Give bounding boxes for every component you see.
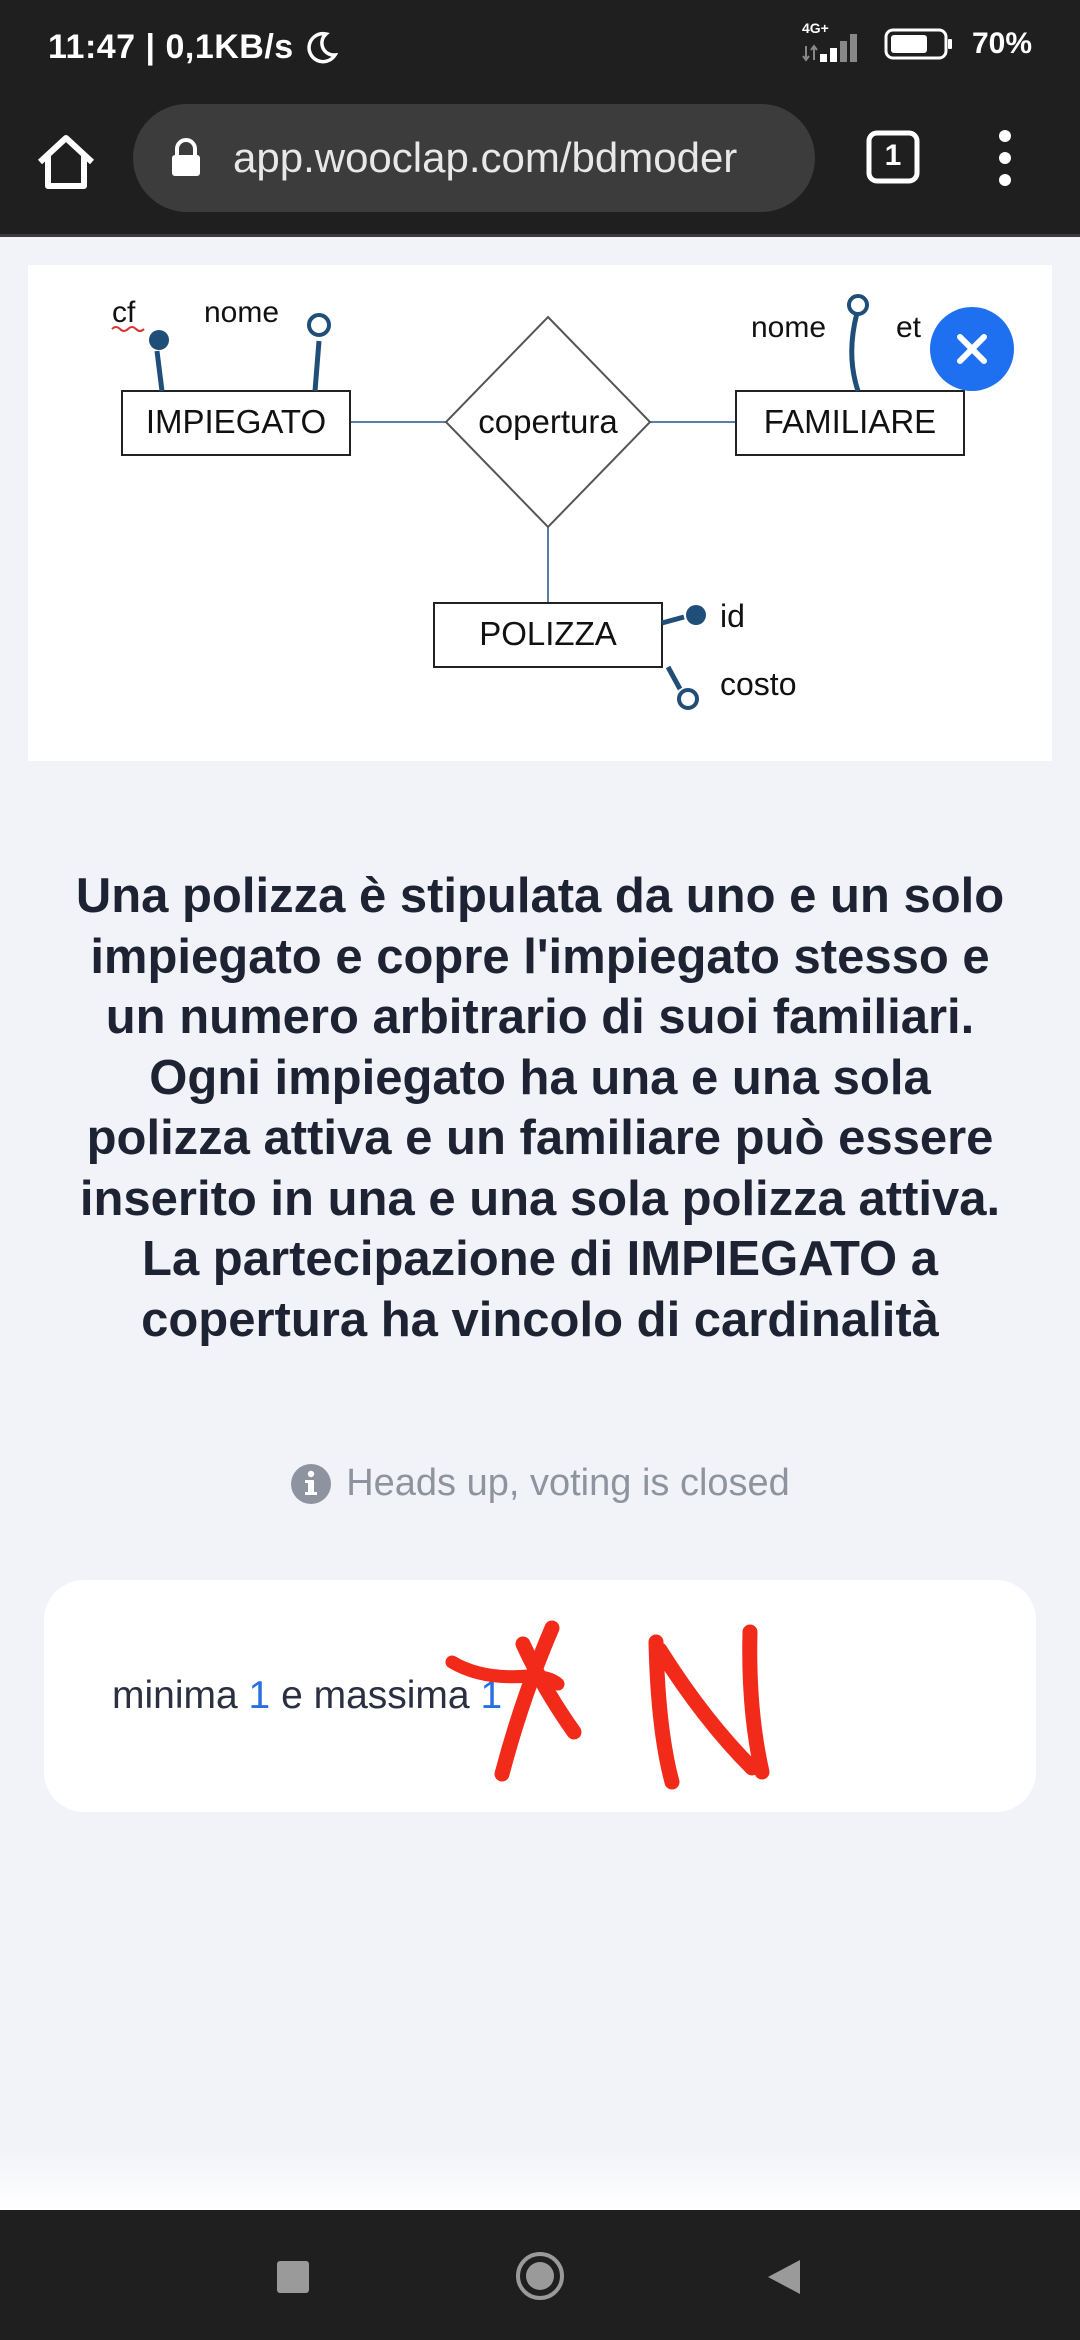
info-icon: [291, 1463, 332, 1504]
attr-cf-marker: [149, 330, 169, 350]
status-left: 11:47 | 0,1KB/s: [48, 28, 338, 67]
question-line: Una polizza è stipulata da uno e un solo: [75, 869, 1005, 923]
entity-impiegato-label: IMPIEGATO: [146, 403, 326, 440]
er-diagram-image: IMPIEGATO FAMILIARE POLIZZA copertura cf…: [28, 265, 1052, 761]
relationship-copertura-label: copertura: [478, 403, 618, 440]
attr-id-marker: [686, 605, 706, 625]
lock-icon: [172, 138, 200, 176]
status-bar: 11:47 | 0,1KB/s 4G+ 70%: [0, 0, 1080, 100]
back-icon[interactable]: [766, 2258, 802, 2296]
question-line: Ogni impiegato ha una e una sola: [149, 1050, 931, 1105]
attr-impiegato-nome-marker: [307, 313, 331, 337]
answer-text: minima 1 e massima 1: [112, 1674, 502, 1718]
close-icon: [957, 334, 987, 364]
home-nav-icon[interactable]: [514, 2250, 566, 2302]
answer-card[interactable]: minima 1 e massima 1: [44, 1580, 1036, 1812]
attr-costo-label: costo: [720, 666, 796, 702]
question-line: polizza attiva e un familiare può essere: [86, 1111, 994, 1165]
close-button[interactable]: [930, 307, 1014, 391]
question-line: un numero arbitrario di suoi familiari.: [105, 990, 975, 1044]
notice-text: Heads up, voting is closed: [346, 1462, 790, 1504]
attr-familiare-nome-stem: [849, 312, 861, 392]
moon-icon: [307, 31, 338, 63]
home-icon[interactable]: [32, 128, 100, 196]
battery-icon: [884, 28, 952, 60]
er-diagram: IMPIEGATO FAMILIARE POLIZZA copertura cf…: [111, 294, 965, 710]
browser-toolbar: app.wooclap.com/bdmoder 1: [0, 100, 1080, 237]
more-options-icon[interactable]: [990, 128, 1020, 188]
status-time-speed: 11:47 | 0,1KB/s: [48, 28, 294, 66]
attr-costo-stem: [665, 665, 683, 691]
attr-impiegato-nome-stem: [312, 340, 322, 392]
question-line: copertura ha vincolo di cardinalità: [141, 1292, 939, 1347]
attr-familiare-nome-marker: [847, 294, 869, 316]
voting-closed-notice: Heads up, voting is closed: [0, 1462, 1080, 1505]
signal-icon: [802, 34, 857, 62]
attr-familiare-eta-label: et: [896, 311, 922, 344]
attr-id-stem: [661, 614, 685, 626]
answer-max-value: 1: [480, 1674, 503, 1717]
bottom-fade: [0, 2150, 1080, 2210]
system-navigation-bar: [0, 2210, 1080, 2340]
entity-familiare-label: FAMILIARE: [764, 403, 936, 440]
status-right: 4G+ 70%: [802, 20, 1032, 64]
answer-min-value: 1: [248, 1674, 271, 1717]
attr-id-label: id: [720, 598, 745, 634]
battery-percent: 70%: [971, 27, 1032, 60]
recents-icon[interactable]: [276, 2260, 310, 2294]
signal-group: 4G+: [802, 20, 866, 64]
tab-switcher-button[interactable]: 1: [866, 130, 920, 184]
attr-cf-stem: [154, 350, 165, 392]
question-line: impiegato e copre l'impiegato stesso e: [90, 929, 990, 984]
answer-prefix: minima: [112, 1674, 249, 1717]
attr-impiegato-nome-label: nome: [204, 296, 279, 329]
entity-polizza-label: POLIZZA: [479, 615, 617, 652]
attr-familiare-nome-label: nome: [751, 311, 826, 344]
answer-middle: e massima: [270, 1674, 481, 1717]
attr-cf-label: cf: [112, 296, 136, 329]
attr-costo-marker: [677, 688, 699, 710]
question-line: inserito in una e una sola polizza attiv…: [79, 1171, 1001, 1226]
tab-count: 1: [884, 139, 902, 172]
question-text: Una polizza è stipulata da uno e un solo…: [20, 866, 1060, 1350]
question-line: La partecipazione di IMPIEGATO a: [142, 1232, 938, 1286]
url-text[interactable]: app.wooclap.com/bdmoder: [233, 134, 793, 182]
address-bar[interactable]: app.wooclap.com/bdmoder: [133, 104, 815, 212]
